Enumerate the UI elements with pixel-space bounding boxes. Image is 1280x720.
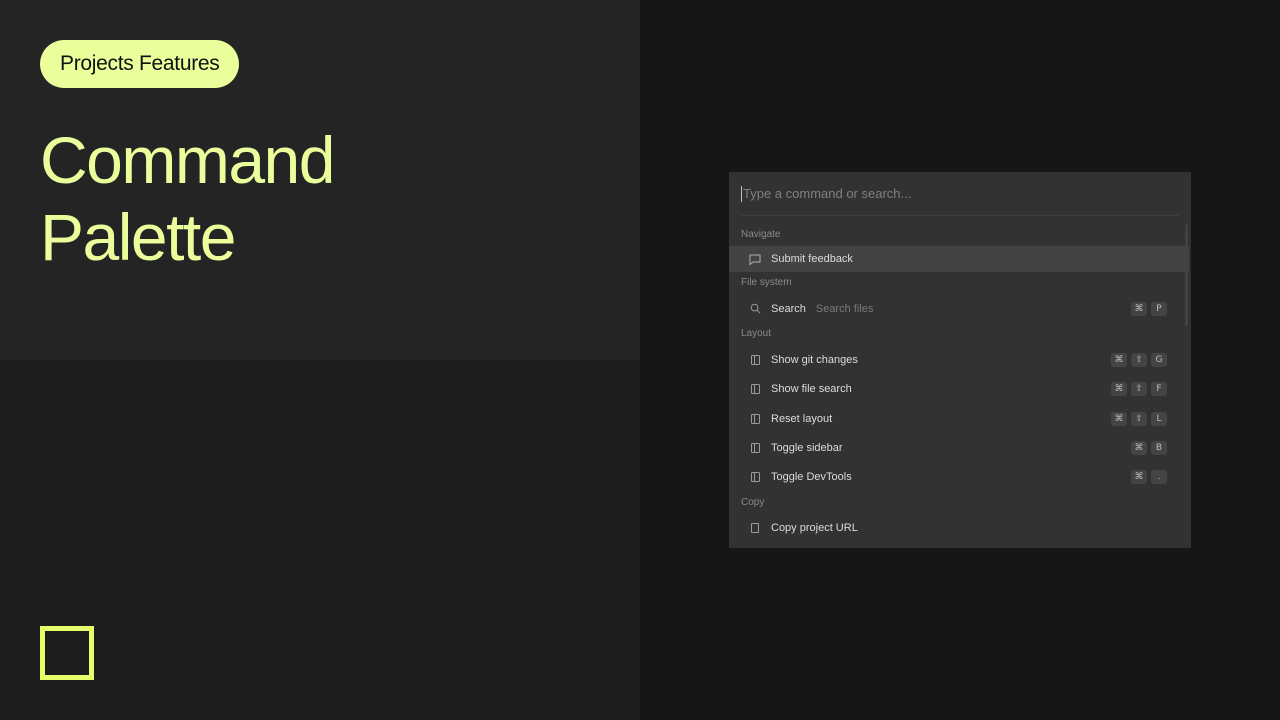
command-toggle-sidebar[interactable]: Toggle sidebar ⌘ B (729, 433, 1189, 462)
section-layout: Layout (741, 328, 772, 340)
logo-square-icon (40, 626, 94, 680)
command-reset-layout[interactable]: Reset layout ⌘ ⇧ L (729, 404, 1189, 433)
command-label: Toggle DevTools (771, 471, 852, 484)
command-label: Show file search (771, 383, 852, 396)
shortcut-key-command: ⌘ (1131, 470, 1147, 485)
feature-badge: Projects Features (40, 40, 240, 88)
command-search-input[interactable] (743, 186, 1179, 201)
lower-left-panel (0, 360, 640, 720)
page-title-line-1: Command (40, 123, 335, 197)
command-toggle-devtools[interactable]: Toggle DevTools ⌘ . (729, 462, 1189, 491)
command-label: Search (771, 302, 806, 315)
command-copy-project-url[interactable]: Copy project URL (729, 514, 1189, 543)
shortcut-key-shift: ⇧ (1131, 411, 1147, 426)
section-file-system: File system (741, 277, 792, 288)
command-label: Toggle sidebar (771, 441, 843, 454)
command-list: Navigate Submit feedback File system Sea… (729, 224, 1189, 543)
command-show-git-changes[interactable]: Show git changes ⌘ ⇧ G (729, 345, 1189, 374)
command-label: Reset layout (771, 412, 833, 425)
shortcut-key: G (1151, 352, 1167, 367)
panel-icon (748, 412, 762, 426)
command-label: Submit feedback (771, 253, 853, 265)
command-label: Show git changes (771, 353, 858, 366)
shortcut-key: . (1151, 470, 1167, 485)
shortcut-key: L (1151, 411, 1167, 426)
command-submit-feedback[interactable]: Submit feedback (729, 246, 1189, 272)
panel-icon (748, 441, 762, 455)
section-navigate: Navigate (741, 229, 781, 240)
shortcut-key: B (1151, 440, 1167, 455)
shortcut-key-command: ⌘ (1111, 382, 1127, 397)
copy-icon (748, 521, 762, 535)
command-palette: Navigate Submit feedback File system Sea… (729, 172, 1191, 548)
panel-icon (748, 382, 762, 396)
command-show-file-search[interactable]: Show file search ⌘ ⇧ F (729, 375, 1189, 404)
shortcut-key-command: ⌘ (1131, 440, 1147, 455)
shortcut-key: F (1151, 382, 1167, 397)
command-search[interactable]: Search Search files ⌘ P (729, 294, 1189, 323)
page-title: Command Palette (40, 122, 335, 276)
panel-icon (748, 353, 762, 367)
section-copy: Copy (741, 496, 765, 508)
shortcut-key-command: ⌘ (1111, 352, 1127, 367)
shortcut-key: P (1151, 301, 1167, 316)
shortcut-key-shift: ⇧ (1131, 382, 1147, 397)
command-search-row (741, 172, 1179, 216)
shortcut-key-command: ⌘ (1111, 411, 1127, 426)
command-label: Copy project URL (771, 522, 858, 535)
page-title-line-2: Palette (40, 200, 236, 274)
search-icon (748, 302, 762, 316)
command-hint: Search files (815, 302, 874, 315)
text-caret (741, 185, 742, 202)
shortcut-key-shift: ⇧ (1131, 352, 1147, 367)
message-icon (748, 252, 762, 266)
panel-icon (748, 470, 762, 484)
shortcut-key-command: ⌘ (1131, 301, 1147, 316)
